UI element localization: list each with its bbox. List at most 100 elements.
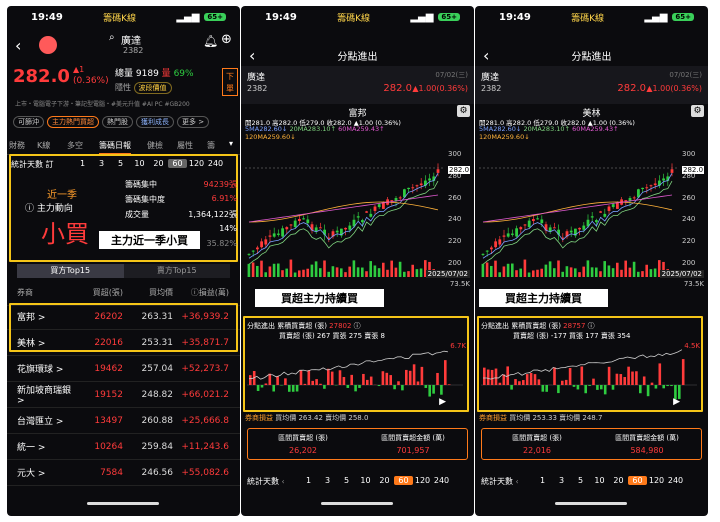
wave-value-tag[interactable]: 波段價值 <box>133 82 172 94</box>
toggle-sell[interactable]: 賣方Top15 <box>123 264 230 278</box>
tab-2[interactable]: 多空 <box>67 140 83 151</box>
days-60[interactable]: 60 <box>394 476 413 485</box>
days-240[interactable]: 240 <box>432 476 451 485</box>
flow-bar <box>358 385 361 388</box>
page-title: 分點進出 <box>337 52 378 63</box>
table-row[interactable]: 新加坡商瑞銀 > 19152 248.82 +66,021.2 <box>7 382 240 408</box>
candle-body <box>415 185 419 187</box>
candle-body <box>356 216 360 218</box>
volume-bar <box>407 271 410 277</box>
industry-line: 上市・電腦電子下游・筆記型電腦・#美元升值 #AI PC #GB200 <box>15 101 190 108</box>
flow-bar <box>603 385 607 395</box>
battery-badge: 65+ <box>438 13 460 21</box>
table-row[interactable]: 花旗環球 > 19462 257.04 +52,273.7 <box>7 356 240 382</box>
volume-bar <box>649 269 653 277</box>
table-row[interactable]: 統一 > 10264 259.84 +11,243.6 <box>7 434 240 460</box>
pill-1[interactable]: 主力熱門買超 <box>47 116 99 128</box>
tab-5[interactable]: 屬性 <box>177 140 193 151</box>
header-avg[interactable]: 買均價 <box>123 287 173 298</box>
pill-4[interactable]: 更多 > <box>177 116 210 128</box>
search-icon[interactable]: ⌕ <box>109 32 115 43</box>
moving-average-line <box>248 194 439 223</box>
broker-name[interactable]: 台灣匯立 > <box>7 414 75 427</box>
candle-body <box>662 178 665 181</box>
candle-body <box>481 253 485 255</box>
days-60[interactable]: 60 <box>628 476 647 485</box>
play-icon[interactable]: ▶ <box>439 397 446 407</box>
chevron-left-icon[interactable]: ‹ <box>282 477 285 486</box>
settings-gear-icon[interactable]: ⚙ <box>691 105 704 117</box>
avatar[interactable] <box>39 36 57 54</box>
broker-name[interactable]: 新加坡商瑞銀 > <box>7 383 75 406</box>
broker-name[interactable]: 元大 > <box>7 466 75 479</box>
bell-icon[interactable]: 🔔︎ <box>203 34 218 48</box>
days-20[interactable]: 20 <box>609 476 628 485</box>
order-button[interactable]: 下單 <box>222 68 238 96</box>
volume-bar <box>373 265 377 277</box>
candle-body <box>498 239 502 245</box>
volume-bar <box>289 259 293 277</box>
volume-bar <box>403 271 406 277</box>
days-3[interactable]: 3 <box>552 476 571 485</box>
pill-3[interactable]: 獲利成長 <box>136 116 174 128</box>
days-10[interactable]: 10 <box>590 476 609 485</box>
days-5[interactable]: 5 <box>571 476 590 485</box>
home-indicator <box>555 502 627 505</box>
header-pnl[interactable]: ⓘ 損益(萬) <box>173 287 235 298</box>
table-row[interactable]: 元大 > 7584 246.56 +55,082.6 <box>7 460 240 486</box>
flow-bar <box>260 385 264 388</box>
stock-name: 廣達 <box>481 73 500 83</box>
home-indicator <box>87 502 159 505</box>
flow-max-tag: 6.7K <box>450 342 466 350</box>
flow-bar <box>568 367 572 385</box>
broker-flow-bar-chart[interactable] <box>247 341 463 409</box>
pill-2[interactable]: 熱門股 <box>102 116 133 128</box>
tab-0[interactable]: 財務 <box>9 140 25 151</box>
broker-flow-bar-chart[interactable] <box>481 341 697 409</box>
add-icon[interactable]: ⊕ <box>221 32 232 47</box>
header-buy[interactable]: 買超(張) <box>75 287 123 298</box>
volume-bar <box>498 272 501 277</box>
tab-1[interactable]: K線 <box>37 140 50 151</box>
days-240[interactable]: 240 <box>666 476 685 485</box>
pnl-label: 券商損益 <box>245 414 273 422</box>
days-1[interactable]: 1 <box>299 476 318 485</box>
candlestick-chart[interactable] <box>245 142 445 277</box>
days-1[interactable]: 1 <box>533 476 552 485</box>
moving-average-line <box>482 194 673 223</box>
volume-bar <box>247 263 251 277</box>
days-5[interactable]: 5 <box>337 476 356 485</box>
tab-6[interactable]: 籌 <box>207 140 215 151</box>
tab-4[interactable]: 健檢 <box>147 140 163 151</box>
direction-label: ⓘ 主力動向 <box>25 204 73 214</box>
toggle-buy[interactable]: 買方Top15 <box>17 264 124 278</box>
chevron-left-icon[interactable]: ‹ <box>516 477 519 486</box>
days-120[interactable]: 120 <box>647 476 666 485</box>
days-10[interactable]: 10 <box>356 476 375 485</box>
days-120[interactable]: 120 <box>413 476 432 485</box>
days-selector: 1 3 5 10 20 60 120 240 <box>299 476 451 485</box>
flow-bar <box>490 369 494 385</box>
days-20[interactable]: 20 <box>375 476 394 485</box>
quote-date: 07/02(三) <box>669 71 702 79</box>
tab-3[interactable]: 籌碼日報 <box>99 140 131 155</box>
flow-bar <box>405 369 408 385</box>
days-3[interactable]: 3 <box>318 476 337 485</box>
settings-gear-icon[interactable]: ⚙ <box>457 105 470 117</box>
table-row[interactable]: 台灣匯立 > 13497 260.88 +25,666.8 <box>7 408 240 434</box>
flow-bar <box>584 385 587 394</box>
pill-0[interactable]: 可篩沖 <box>13 116 44 128</box>
broker-name[interactable]: 統一 > <box>7 440 75 453</box>
play-icon[interactable]: ▶ <box>673 397 680 407</box>
broker-name[interactable]: 花旗環球 > <box>7 362 75 375</box>
back-icon[interactable]: ‹ <box>15 36 21 55</box>
candlestick-chart[interactable] <box>479 142 679 277</box>
flow-bar <box>330 371 334 385</box>
volume-bar <box>641 271 644 277</box>
chevron-down-icon[interactable]: ▾ <box>229 139 233 148</box>
volume-bar <box>272 263 276 277</box>
volume-bar <box>637 271 640 277</box>
flow-total: 27802 <box>329 322 352 330</box>
candle-body <box>302 218 305 220</box>
flow-bar <box>642 376 646 385</box>
